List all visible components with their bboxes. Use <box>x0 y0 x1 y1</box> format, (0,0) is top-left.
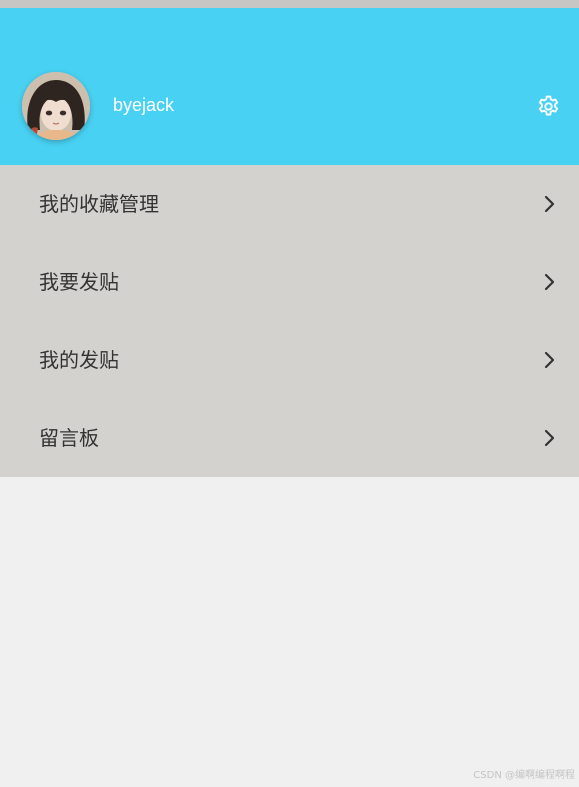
menu-item-label: 我的收藏管理 <box>39 192 159 216</box>
profile-page: byejack 我的收藏管理 我要发贴 我的发贴 留言板 CSDN @编啊编程啊… <box>0 0 579 787</box>
chevron-right-icon <box>544 273 555 291</box>
menu-item-label: 我要发贴 <box>39 270 119 294</box>
menu-item-new-post[interactable]: 我要发贴 <box>0 243 579 321</box>
avatar-image <box>22 72 90 140</box>
menu-item-label: 我的发贴 <box>39 348 119 372</box>
chevron-right-icon <box>544 195 555 213</box>
chevron-right-icon <box>544 351 555 369</box>
menu-list: 我的收藏管理 我要发贴 我的发贴 留言板 <box>0 165 579 477</box>
gear-icon[interactable] <box>536 94 561 119</box>
menu-item-label: 留言板 <box>39 426 99 450</box>
menu-item-my-posts[interactable]: 我的发贴 <box>0 321 579 399</box>
username: byejack <box>113 95 175 115</box>
menu-item-message-board[interactable]: 留言板 <box>0 399 579 477</box>
top-status-strip <box>0 0 579 8</box>
menu-item-favorites[interactable]: 我的收藏管理 <box>0 165 579 243</box>
watermark: CSDN @编啊编程啊程 <box>473 770 575 781</box>
user-avatar[interactable] <box>22 72 90 140</box>
chevron-right-icon <box>544 429 555 447</box>
profile-header: byejack <box>0 8 579 165</box>
